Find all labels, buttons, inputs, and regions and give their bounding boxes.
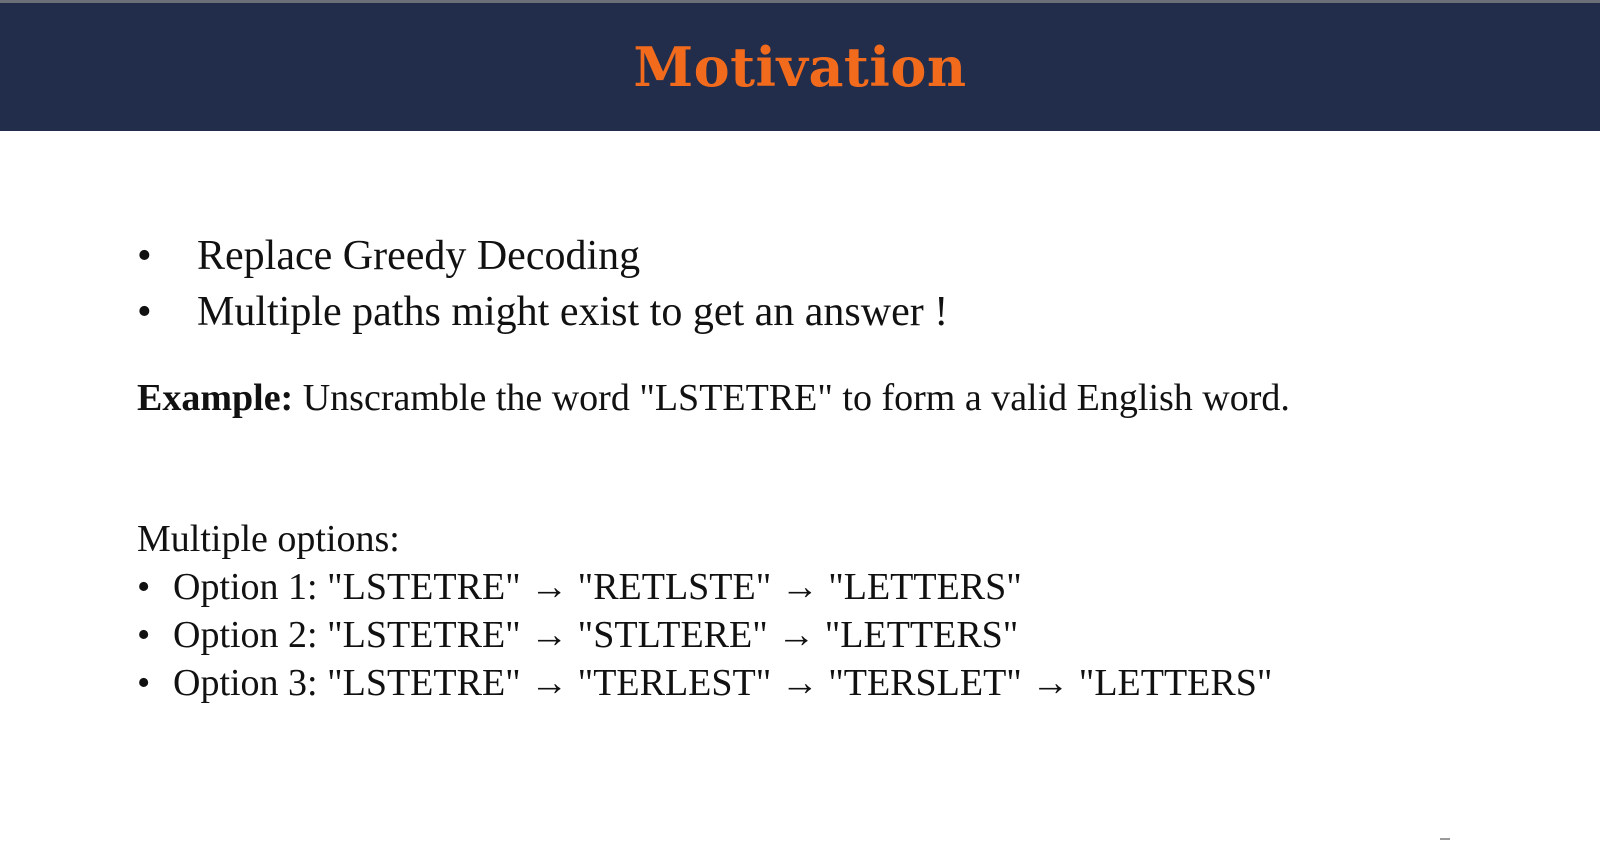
option-marker: • [137,662,151,704]
slide: Motivation • Replace Greedy Decoding • M… [0,0,1600,859]
option-text: Option 3: "LSTETRE" → "TERLEST" → "TERSL… [173,662,1273,704]
option-marker: • [137,614,151,656]
bullet-marker: • [137,289,152,335]
bullet-text: Replace Greedy Decoding [197,233,641,279]
options-heading: Multiple options: [137,518,400,560]
option-item: • Option 3: "LSTETRE" → "TERLEST" → "TER… [137,659,1272,707]
bullet-text: Multiple paths might exist to get an ans… [197,289,949,335]
option-text: Option 2: "LSTETRE" → "STLTERE" → "LETTE… [173,614,1019,656]
option-item: • Option 1: "LSTETRE" → "RETLSTE" → "LET… [137,563,1272,611]
bullet-marker: • [137,233,152,279]
option-marker: • [137,566,151,608]
bullet-item: • Replace Greedy Decoding [137,228,948,284]
option-item: • Option 2: "LSTETRE" → "STLTERE" → "LET… [137,611,1272,659]
options-list: • Option 1: "LSTETRE" → "RETLSTE" → "LET… [137,563,1272,707]
option-text: Option 1: "LSTETRE" → "RETLSTE" → "LETTE… [173,566,1022,608]
corner-mark [1440,838,1450,840]
bullet-item: • Multiple paths might exist to get an a… [137,284,948,340]
slide-title: Motivation [633,35,967,99]
example-paragraph: Example: Unscramble the word "LSTETRE" t… [137,374,1337,422]
example-label: Example: [137,377,294,419]
example-text: Unscramble the word "LSTETRE" to form a … [293,377,1290,419]
bullet-list: • Replace Greedy Decoding • Multiple pat… [137,228,948,340]
